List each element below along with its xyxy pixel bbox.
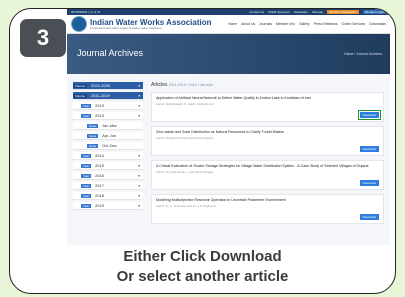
nav-item[interactable]: Downloads	[369, 22, 386, 26]
sidebar-item-label: 2017	[95, 183, 104, 188]
article-card: Application of Artificial Neural Network…	[151, 92, 384, 122]
member-login-button[interactable]: Member Login	[362, 10, 386, 14]
nav-item[interactable]: Journals	[259, 22, 272, 26]
page-banner: Journal Archives Home / Journal Archives	[67, 34, 390, 74]
article-title[interactable]: A Critical Evaluation of Cluster Storage…	[156, 164, 379, 168]
issue-tag: Issue	[87, 143, 99, 148]
chevron-down-icon: ▾	[138, 93, 140, 98]
sidebar-item-label: Oct-Dec	[102, 143, 117, 148]
sidebar-item-issue[interactable]: Issue Oct-Dec	[73, 142, 143, 150]
sidebar-item-volume-2021-2020[interactable]: Volume 2021-2020 ▾	[73, 82, 143, 90]
articles-title: Articles	[151, 82, 168, 88]
year-tag: Year	[81, 204, 92, 208]
download-button[interactable]: Download	[359, 180, 379, 186]
sidebar-item-issue[interactable]: Issue Jan-Mar	[73, 122, 143, 130]
breadcrumb[interactable]: Home / Journal Archives	[344, 52, 382, 56]
nav-item[interactable]: Online Services	[341, 22, 365, 26]
issue-tag: Issue	[87, 133, 99, 138]
website-screenshot: 9873999221 | 2 | 4 | 5 Contact Us IWWA S…	[67, 9, 390, 245]
nav-item[interactable]: Gallery	[299, 22, 310, 26]
chevron-down-icon: ▾	[138, 153, 140, 158]
sidebar-item-label: 2018	[95, 193, 104, 198]
page-title: Journal Archives	[77, 48, 144, 58]
main-area: Volume 2021-2020 ▾ Volume 2011-2019 ▾ Year 20…	[67, 74, 390, 236]
chevron-down-icon: ▾	[138, 203, 140, 208]
sidebar-item-label: Jan-Mar	[102, 123, 117, 128]
sidebar-item-label: 2015	[95, 163, 104, 168]
sidebar-item-year[interactable]: Year 2014 ▾	[73, 152, 143, 160]
article-authors: Author: Dr. Vispi Kumar J, Lalita Bopal …	[156, 170, 214, 174]
caption-line-1: Either Click Download	[123, 248, 282, 265]
download-button[interactable]: Download	[357, 110, 382, 120]
articles-heading: Articles 2011-2019 / 2013 / Jan-Mar	[151, 82, 384, 88]
chevron-down-icon: ▾	[138, 193, 140, 198]
sidebar-item-issue[interactable]: Issue Apr-Jun	[73, 132, 143, 140]
year-tag: Year	[81, 174, 92, 178]
year-tag: Year	[81, 184, 92, 188]
iwwa-logo-icon[interactable]	[71, 16, 87, 32]
brand-tagline: Connected with water supply & waste wate…	[90, 25, 162, 30]
article-title[interactable]: Application of Artificial Neural Network…	[156, 96, 379, 100]
year-tag: Year	[81, 114, 92, 118]
sidebar-item-year[interactable]: Year 2017 ▾	[73, 182, 143, 190]
article-authors: Author: Dr. K. Srinivasan and Dr. K.S. R…	[156, 204, 217, 208]
caption-line-2: Or select another article	[116, 268, 289, 285]
year-tag: Year	[81, 164, 92, 168]
chevron-down-icon: ▾	[138, 103, 140, 108]
sidebar-item-label: 2021-2020	[91, 83, 111, 88]
sidebar-item-label: 2011-2019	[91, 93, 110, 98]
download-button[interactable]: Download	[359, 214, 379, 220]
article-authors: Author: Abdulaziz Mohammad Ahmed Hassan	[156, 136, 214, 140]
chevron-down-icon: ▾	[138, 173, 140, 178]
volume-tag: Volume	[73, 84, 88, 88]
nav-item[interactable]: About Us	[241, 22, 255, 26]
article-card: Modeling Multiobjective Reservoir Operat…	[151, 194, 384, 224]
top-bar-contact: 9873999221 | 2 | 4 | 5	[71, 10, 101, 14]
sidebar-item-label: 2013	[95, 113, 104, 118]
year-tag: Year	[81, 104, 92, 108]
tutorial-card: 3 9873999221 | 2 | 4 | 5 Contact Us IWWA…	[9, 8, 396, 294]
article-title[interactable]: Zero-waste and Solar Disinfection as Nat…	[156, 130, 379, 134]
main-nav: Home About Us Journals Member Info Galle…	[228, 22, 386, 26]
article-card: Zero-waste and Solar Disinfection as Nat…	[151, 126, 384, 156]
nav-item[interactable]: Home	[228, 22, 237, 26]
chevron-down-icon: ▾	[138, 83, 140, 88]
chevron-down-icon: ▾	[138, 113, 140, 118]
nav-item[interactable]: Press Releases	[314, 22, 338, 26]
top-link[interactable]: Newsletter	[294, 10, 308, 14]
top-link[interactable]: Sitemap	[312, 10, 323, 14]
chevron-down-icon: ▾	[138, 183, 140, 188]
sidebar-item-label: 2016	[95, 173, 104, 178]
download-button[interactable]: Download	[359, 146, 379, 152]
archive-sidebar: Volume 2021-2020 ▾ Volume 2011-2019 ▾ Year 20…	[73, 82, 143, 228]
sidebar-item-year[interactable]: Year 2019 ▾	[73, 202, 143, 210]
sidebar-item-year[interactable]: Year 2018 ▾	[73, 192, 143, 200]
step-number-badge: 3	[20, 19, 66, 57]
sidebar-item-label: 2019	[95, 203, 104, 208]
article-card: A Critical Evaluation of Cluster Storage…	[151, 160, 384, 190]
site-header: Indian Water Works Association Connected…	[67, 15, 390, 34]
nav-item[interactable]: Member Info	[276, 22, 295, 26]
year-tag: Year	[81, 194, 92, 198]
article-title[interactable]: Modeling Multiobjective Reservoir Operat…	[156, 198, 379, 202]
sidebar-item-year[interactable]: Year 2015 ▾	[73, 162, 143, 170]
year-tag: Year	[81, 154, 92, 158]
top-link[interactable]: Contact Us	[249, 10, 264, 14]
member-registration-button[interactable]: Member Registration	[326, 10, 359, 14]
sidebar-item-label: 2013	[95, 103, 104, 108]
article-authors: Author: Abdolkhalegh, N. Habibi, Mahbobe…	[156, 102, 214, 106]
issue-tag: Issue	[87, 123, 99, 128]
sidebar-item-year[interactable]: Year 2013 ▾	[73, 112, 143, 120]
instruction-caption: Either Click Download Or select another …	[10, 247, 395, 287]
articles-panel: Articles 2011-2019 / 2013 / Jan-Mar Appl…	[151, 82, 384, 228]
top-link[interactable]: IWWA Sponsors	[268, 10, 290, 14]
sidebar-item-label: 2014	[95, 153, 104, 158]
sidebar-item-year[interactable]: Year 2013 ▾	[73, 102, 143, 110]
sidebar-item-year[interactable]: Year 2016 ▾	[73, 172, 143, 180]
sidebar-item-label: Apr-Jun	[102, 133, 117, 138]
volume-tag: Volume	[73, 94, 88, 98]
sidebar-item-volume-2011-2019[interactable]: Volume 2011-2019 ▾	[73, 92, 143, 100]
chevron-down-icon: ▾	[138, 163, 140, 168]
articles-breadcrumb[interactable]: 2011-2019 / 2013 / Jan-Mar	[169, 83, 213, 87]
